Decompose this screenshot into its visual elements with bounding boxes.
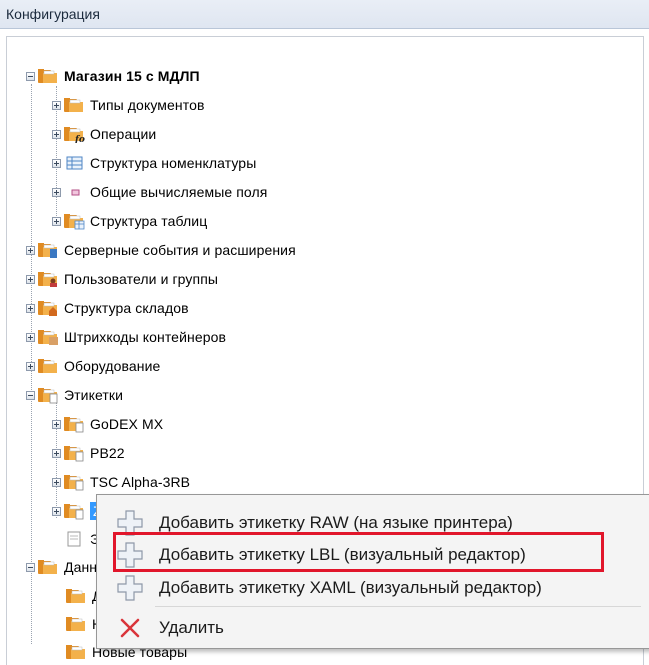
tree-node-common-fields[interactable]: Общие вычисляемые поля xyxy=(52,180,267,204)
folder-icon xyxy=(38,67,60,85)
folder-server-icon xyxy=(38,241,60,258)
expand-icon[interactable] xyxy=(26,303,35,313)
tree-node-label: Магазин 15 с МДЛП xyxy=(64,68,200,84)
menu-item-label: Добавить этикетку LBL (визуальный редакт… xyxy=(159,545,526,564)
tree-node-nomenclature-structure[interactable]: Структура номенклатуры xyxy=(52,151,256,175)
tree-node-labels[interactable]: Этикетки xyxy=(26,383,123,407)
tree-node-label: Структура номенклатуры xyxy=(90,155,257,171)
folder-icon xyxy=(38,558,60,576)
folder-icon xyxy=(64,96,86,114)
expand-icon[interactable] xyxy=(26,332,35,342)
tree-node-label: Операции xyxy=(90,126,157,142)
expand-icon[interactable] xyxy=(26,361,35,371)
folder-icon xyxy=(66,587,88,605)
tree-node-godex[interactable]: GoDEX MX xyxy=(52,412,163,436)
expand-icon[interactable] xyxy=(52,158,61,168)
folder-warehouse-icon xyxy=(38,299,60,316)
tree-node-document-types[interactable]: Типы документов xyxy=(52,93,205,117)
configuration-panel-header: Конфигурация xyxy=(0,0,649,29)
folder-label-icon xyxy=(64,444,84,462)
delete-icon xyxy=(120,618,140,638)
tree-node-label: Пользователи и группы xyxy=(64,271,219,287)
tree-node-label: Структура складов xyxy=(64,300,189,316)
tree-node-label: Структура таблиц xyxy=(90,213,208,229)
add-icon xyxy=(115,573,145,603)
field-icon xyxy=(71,189,80,196)
expand-icon[interactable] xyxy=(52,100,61,110)
folder-label-icon xyxy=(64,502,84,520)
table-icon xyxy=(66,156,83,170)
label-item-icon xyxy=(67,531,81,547)
tree-node-label: Серверные события и расширения xyxy=(64,242,296,258)
collapse-icon[interactable] xyxy=(26,71,35,81)
folder-barcode-icon xyxy=(38,328,58,345)
expand-icon[interactable] xyxy=(52,448,61,458)
tree-node-server-events[interactable]: Серверные события и расширения xyxy=(26,238,296,262)
tree-node-label: Типы документов xyxy=(90,97,205,113)
tree-node-label-item[interactable]: Э xyxy=(64,527,100,551)
tree-node-label: GoDEX MX xyxy=(90,416,164,432)
menu-separator xyxy=(155,606,641,607)
expand-icon[interactable] xyxy=(26,245,35,255)
expand-icon[interactable] xyxy=(52,129,61,139)
tree-node-operations[interactable]: fo Операции xyxy=(52,122,156,146)
expand-icon[interactable] xyxy=(52,187,61,197)
tree-node-table-structure[interactable]: Структура таблиц xyxy=(52,209,207,233)
add-icon xyxy=(115,540,145,570)
folder-label-icon xyxy=(38,386,58,404)
menu-item-delete[interactable]: Удалить xyxy=(101,610,641,646)
svg-text:fo: fo xyxy=(74,135,85,143)
tree-node-label: Штрихкоды контейнеров xyxy=(64,329,227,345)
tree-node-label: Данн xyxy=(64,559,98,575)
add-icon xyxy=(115,508,145,538)
panel-title: Конфигурация xyxy=(6,6,100,22)
menu-item-add-lbl-label[interactable]: Добавить этикетку LBL (визуальный редакт… xyxy=(101,537,641,573)
folder-equipment-icon xyxy=(38,357,60,375)
tree-node-data[interactable]: Данн xyxy=(26,555,97,579)
tree-node-pb22[interactable]: PB22 xyxy=(52,441,125,465)
tree-node-label: Этикетки xyxy=(64,387,124,403)
folder-label-icon xyxy=(64,415,84,433)
expand-icon[interactable] xyxy=(52,477,61,487)
expand-icon[interactable] xyxy=(52,506,61,516)
menu-item-label: Удалить xyxy=(159,618,224,637)
menu-item-add-xaml-label[interactable]: Добавить этикетку XAML (визуальный редак… xyxy=(101,570,641,606)
menu-item-label: Добавить этикетку RAW (на языке принтера… xyxy=(159,513,513,532)
collapse-icon[interactable] xyxy=(26,562,35,572)
folder-icon xyxy=(66,643,88,661)
folder-users-icon xyxy=(38,270,60,287)
expand-icon[interactable] xyxy=(52,419,61,429)
folder-table-icon xyxy=(64,212,85,230)
menu-item-add-raw-label[interactable]: Добавить этикетку RAW (на языке принтера… xyxy=(101,505,641,541)
context-menu: Добавить этикетку RAW (на языке принтера… xyxy=(96,494,649,649)
operations-folder-icon: fo xyxy=(64,125,85,143)
tree-node-store[interactable]: Магазин 15 с МДЛП xyxy=(26,64,200,88)
expand-icon[interactable] xyxy=(52,216,61,226)
expand-icon[interactable] xyxy=(26,274,35,284)
tree-node-label: Оборудование xyxy=(64,358,161,374)
folder-icon xyxy=(66,615,88,633)
tree-node-label: Общие вычисляемые поля xyxy=(90,184,268,200)
tree-node-equipment[interactable]: Оборудование xyxy=(26,354,160,378)
tree-node-container-barcodes[interactable]: Штрихкоды контейнеров xyxy=(26,325,226,349)
tree-node-label: PB22 xyxy=(90,445,125,461)
folder-label-icon xyxy=(64,473,84,491)
menu-item-label: Добавить этикетку XAML (визуальный редак… xyxy=(159,578,542,597)
collapse-icon[interactable] xyxy=(26,390,35,400)
tree-node-warehouse-structure[interactable]: Структура складов xyxy=(26,296,189,320)
tree-node-label: TSC Alpha-3RB xyxy=(90,474,191,490)
tree-node-tsc[interactable]: TSC Alpha-3RB xyxy=(52,470,190,494)
tree-node-users-groups[interactable]: Пользователи и группы xyxy=(26,267,218,291)
